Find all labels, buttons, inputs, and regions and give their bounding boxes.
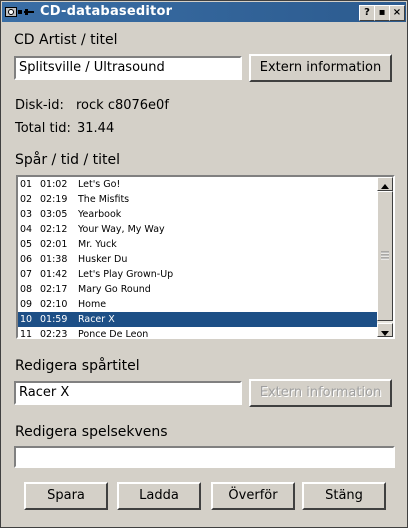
tracks-label: Spår / tid / titel — [15, 152, 120, 168]
track-number: 07 — [20, 269, 33, 280]
track-time: 02:23 — [40, 329, 68, 339]
play-sequence-input[interactable] — [14, 446, 395, 468]
track-number: 09 — [20, 299, 33, 310]
save-button[interactable]: Spara — [24, 482, 108, 510]
track-row[interactable]: 06 01:38 Husker Du — [18, 252, 377, 267]
track-title: Mr. Yuck — [78, 239, 117, 250]
track-extern-info-button[interactable]: Extern information — [249, 379, 392, 407]
track-row[interactable]: 03 03:05 Yearbook — [18, 207, 377, 222]
track-title: Home — [78, 299, 107, 310]
track-number: 06 — [20, 254, 33, 265]
track-number: 04 — [20, 224, 33, 235]
track-list-scrollbar[interactable] — [377, 177, 393, 337]
artist-extern-info-button[interactable]: Extern information — [249, 54, 392, 82]
track-time: 01:38 — [40, 254, 68, 265]
load-button[interactable]: Ladda — [117, 482, 201, 510]
track-number: 01 — [20, 179, 33, 190]
close-window-button[interactable]: × — [389, 5, 405, 21]
total-time-label: Total tid: — [15, 121, 71, 136]
track-row[interactable]: 10 01:59 Racer X — [18, 312, 377, 327]
help-button[interactable]: ? — [359, 5, 375, 21]
track-row[interactable]: 05 02:01 Mr. Yuck — [18, 237, 377, 252]
scroll-down-button[interactable] — [377, 323, 393, 337]
total-time-value: 31.44 — [77, 121, 115, 136]
track-time: 02:10 — [40, 299, 68, 310]
track-title: Let's Go! — [78, 179, 121, 190]
track-number: 02 — [20, 194, 33, 205]
track-list[interactable]: 01 01:02 Let's Go! 02 02:19 The Misfits 03 03:0… — [16, 175, 395, 339]
track-row[interactable]: 01 01:02 Let's Go! — [18, 177, 377, 192]
track-row[interactable]: 08 02:17 Mary Go Round — [18, 282, 377, 297]
track-title: Yearbook — [78, 209, 122, 220]
cd-player-icon[interactable] — [5, 5, 35, 19]
track-time: 01:02 — [40, 179, 68, 190]
window-title: CD-databaseditor — [40, 4, 173, 19]
track-title: Racer X — [78, 314, 115, 325]
track-row[interactable]: 04 02:12 Your Way, My Way — [18, 222, 377, 237]
disk-id-label: Disk-id: — [15, 98, 64, 113]
track-row[interactable]: 07 01:42 Let's Play Grown-Up — [18, 267, 377, 282]
track-number: 03 — [20, 209, 33, 220]
minimize-button[interactable]: ▪ — [374, 5, 390, 21]
track-number: 11 — [20, 329, 33, 339]
track-title: Let's Play Grown-Up — [78, 269, 174, 280]
track-time: 01:42 — [40, 269, 68, 280]
artist-title-input[interactable]: Splitsville / Ultrasound — [14, 56, 242, 80]
close-button[interactable]: Stäng — [302, 482, 386, 510]
track-title: Your Way, My Way — [78, 224, 165, 235]
track-title: Mary Go Round — [78, 284, 151, 295]
track-number: 08 — [20, 284, 33, 295]
track-title: The Misfits — [78, 194, 130, 205]
grip-icon — [381, 251, 389, 260]
track-time: 02:19 — [40, 194, 68, 205]
track-time: 02:01 — [40, 239, 68, 250]
edit-track-title-label: Redigera spårtitel — [15, 358, 140, 374]
track-time: 03:05 — [40, 209, 68, 220]
track-row[interactable]: 02 02:19 The Misfits — [18, 192, 377, 207]
track-row[interactable]: 11 02:23 Ponce De Leon — [18, 327, 377, 339]
scroll-thumb[interactable] — [377, 191, 393, 321]
track-time: 02:17 — [40, 284, 68, 295]
track-row[interactable]: 09 02:10 Home — [18, 297, 377, 312]
arrow-down-icon — [381, 331, 389, 336]
scroll-up-button[interactable] — [377, 177, 393, 191]
transfer-button[interactable]: Överför — [211, 482, 295, 510]
track-number: 10 — [20, 314, 33, 325]
edit-sequence-label: Redigera spelsekvens — [15, 424, 168, 440]
track-title: Husker Du — [78, 254, 128, 265]
artist-title-label: CD Artist / titel — [14, 32, 118, 48]
track-title: Ponce De Leon — [78, 329, 149, 339]
disk-id-value: rock c8076e0f — [76, 98, 169, 113]
track-time: 02:12 — [40, 224, 68, 235]
track-number: 05 — [20, 239, 33, 250]
track-time: 01:59 — [40, 314, 68, 325]
cd-database-editor-window: CD-databaseditor ? ▪ × CD Artist / titel… — [0, 0, 408, 528]
track-title-input[interactable]: Racer X — [14, 381, 242, 405]
title-bar[interactable]: CD-databaseditor ? ▪ × — [2, 2, 406, 22]
